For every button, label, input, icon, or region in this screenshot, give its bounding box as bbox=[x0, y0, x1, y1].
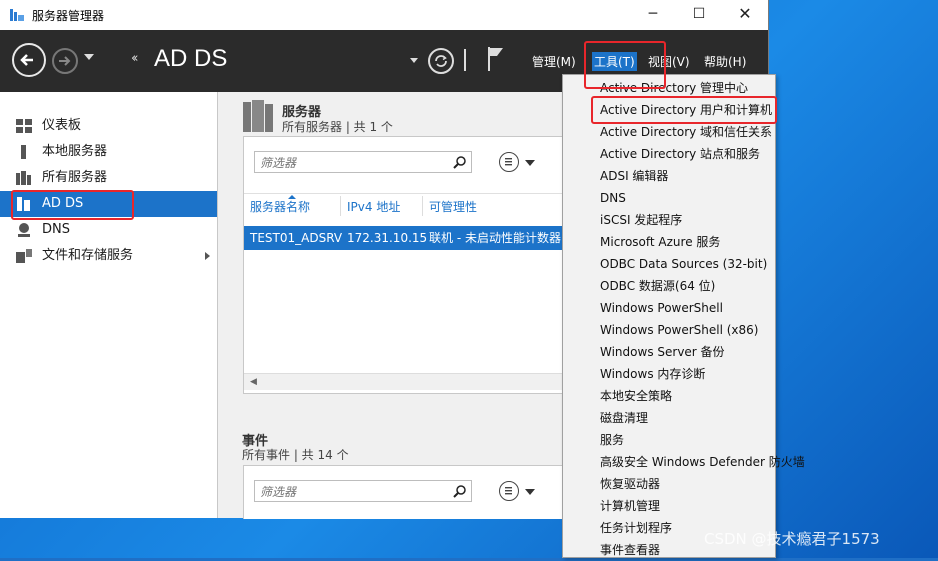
horizontal-scrollbar[interactable]: ◀ bbox=[244, 373, 562, 390]
column-divider bbox=[422, 196, 423, 216]
column-divider bbox=[340, 196, 341, 216]
list-icon bbox=[505, 158, 512, 166]
tools-dropdown-menu: Active Directory 管理中心 Active Directory 用… bbox=[562, 74, 805, 558]
window-title: 服务器管理器 bbox=[32, 9, 105, 23]
search-icon[interactable] bbox=[453, 155, 467, 169]
column-header-ipv4[interactable]: IPv4 地址 bbox=[347, 198, 400, 215]
servers-tile-icon bbox=[243, 100, 273, 132]
maximize-button[interactable]: ☐ bbox=[676, 0, 722, 30]
server-manager-app-icon bbox=[10, 9, 24, 21]
menu-item-powershell[interactable]: Windows PowerShell bbox=[600, 297, 723, 319]
menu-item-ad-sites-services[interactable]: Active Directory 站点和服务 bbox=[600, 143, 760, 165]
sort-ascending-icon bbox=[288, 195, 296, 199]
column-header-manageability[interactable]: 可管理性 bbox=[429, 198, 477, 215]
menu-item-adsi-edit[interactable]: ADSI 编辑器 bbox=[600, 165, 668, 187]
menu-item-server-backup[interactable]: Windows Server 备份 bbox=[600, 341, 725, 363]
manageability-cell: 联机 - 未启动性能计数器 bbox=[429, 231, 561, 245]
menu-item-iscsi-initiator[interactable]: iSCSI 发起程序 bbox=[600, 209, 682, 231]
sidebar-item-label: 文件和存储服务 bbox=[42, 248, 134, 263]
sidebar: 仪表板 本地服务器 所有服务器 AD DS DNS 文件和存储服务 bbox=[0, 92, 218, 518]
title-bar: 服务器管理器 ─ ☐ ✕ bbox=[0, 0, 768, 30]
annotation-highlight-tools bbox=[584, 41, 666, 89]
menu-item-task-scheduler[interactable]: 任务计划程序 bbox=[600, 517, 672, 539]
refresh-dropdown-icon[interactable] bbox=[410, 58, 418, 63]
dns-icon bbox=[18, 223, 30, 237]
menu-help[interactable]: 帮助(H) bbox=[702, 52, 748, 71]
annotation-highlight-users-computers bbox=[591, 96, 777, 124]
scroll-left-icon[interactable]: ◀ bbox=[250, 377, 257, 387]
menu-item-odbc-64[interactable]: ODBC 数据源(64 位) bbox=[600, 275, 715, 297]
sidebar-item-dns[interactable]: DNS bbox=[0, 217, 217, 243]
servers-filter-input[interactable] bbox=[258, 153, 452, 173]
local-server-icon bbox=[21, 145, 26, 159]
forward-button[interactable] bbox=[52, 48, 78, 74]
history-dropdown-icon[interactable] bbox=[84, 54, 94, 60]
file-storage-icon bbox=[16, 249, 32, 263]
sidebar-item-file-storage[interactable]: 文件和存储服务 bbox=[0, 243, 217, 269]
sidebar-item-label: 仪表板 bbox=[42, 118, 82, 133]
list-options-button[interactable] bbox=[499, 152, 519, 172]
minimize-button[interactable]: ─ bbox=[630, 0, 676, 30]
breadcrumb-arrows: ‹‹ bbox=[131, 51, 139, 66]
close-button[interactable]: ✕ bbox=[722, 0, 768, 30]
sidebar-item-label: 本地服务器 bbox=[42, 144, 108, 159]
sidebar-item-dashboard[interactable]: 仪表板 bbox=[0, 113, 217, 139]
page-title: AD DS bbox=[154, 45, 228, 72]
ipv4-cell: 172.31.10.15 bbox=[347, 231, 428, 245]
menu-manage[interactable]: 管理(M) bbox=[530, 52, 578, 71]
menu-item-ad-domains-trusts[interactable]: Active Directory 域和信任关系 bbox=[600, 121, 772, 143]
expand-arrow-icon[interactable] bbox=[205, 252, 210, 260]
refresh-icon bbox=[435, 55, 447, 67]
menu-item-disk-cleanup[interactable]: 磁盘清理 bbox=[600, 407, 648, 429]
menu-item-services[interactable]: 服务 bbox=[600, 429, 624, 451]
menu-item-odbc-32[interactable]: ODBC Data Sources (32-bit) bbox=[600, 253, 767, 275]
toolbar-separator bbox=[464, 49, 466, 71]
sidebar-item-label: 所有服务器 bbox=[42, 170, 108, 185]
back-arrow-icon bbox=[20, 54, 33, 66]
table-row[interactable]: TEST01_ADSRV 172.31.10.15 联机 - 未启动性能计数器 bbox=[244, 226, 562, 250]
column-header-server-name[interactable]: 服务器名称 bbox=[250, 198, 310, 215]
servers-panel bbox=[243, 136, 575, 394]
menu-item-memory-diagnostic[interactable]: Windows 内存诊断 bbox=[600, 363, 705, 385]
events-filter-box[interactable] bbox=[254, 480, 472, 502]
refresh-button[interactable] bbox=[428, 48, 454, 74]
sidebar-item-label: DNS bbox=[42, 222, 70, 237]
menu-item-azure-services[interactable]: Microsoft Azure 服务 bbox=[600, 231, 720, 253]
menu-item-computer-management[interactable]: 计算机管理 bbox=[600, 495, 660, 517]
annotation-highlight-ad-ds bbox=[11, 190, 134, 220]
all-servers-icon bbox=[16, 171, 31, 185]
sidebar-item-all-servers[interactable]: 所有服务器 bbox=[0, 165, 217, 191]
servers-filter-box[interactable] bbox=[254, 151, 472, 173]
menu-item-dns[interactable]: DNS bbox=[600, 187, 626, 209]
servers-section-subtitle: 所有服务器 | 共 1 个 bbox=[282, 120, 393, 134]
events-list-options-dropdown-icon[interactable] bbox=[525, 489, 535, 495]
events-filter-input[interactable] bbox=[258, 482, 452, 502]
dashboard-icon bbox=[16, 119, 32, 133]
server-name-cell: TEST01_ADSRV bbox=[250, 231, 343, 245]
search-icon[interactable] bbox=[453, 484, 467, 498]
watermark-text: CSDN @技术瘾君子1573 bbox=[704, 530, 880, 548]
back-button[interactable] bbox=[12, 43, 46, 77]
events-list-options-button[interactable] bbox=[499, 481, 519, 501]
menu-item-recovery-drive[interactable]: 恢复驱动器 bbox=[600, 473, 660, 495]
list-options-dropdown-icon[interactable] bbox=[525, 160, 535, 166]
menu-item-local-security-policy[interactable]: 本地安全策略 bbox=[600, 385, 672, 407]
menu-item-powershell-x86[interactable]: Windows PowerShell (x86) bbox=[600, 319, 758, 341]
header-divider bbox=[244, 193, 562, 194]
sidebar-item-local-server[interactable]: 本地服务器 bbox=[0, 139, 217, 165]
events-section-subtitle: 所有事件 | 共 14 个 bbox=[242, 448, 349, 462]
menu-item-defender-firewall[interactable]: 高级安全 Windows Defender 防火墙 bbox=[600, 451, 805, 473]
notification-flag-icon[interactable] bbox=[486, 46, 506, 72]
list-icon bbox=[505, 487, 512, 495]
forward-arrow-icon bbox=[59, 56, 71, 66]
